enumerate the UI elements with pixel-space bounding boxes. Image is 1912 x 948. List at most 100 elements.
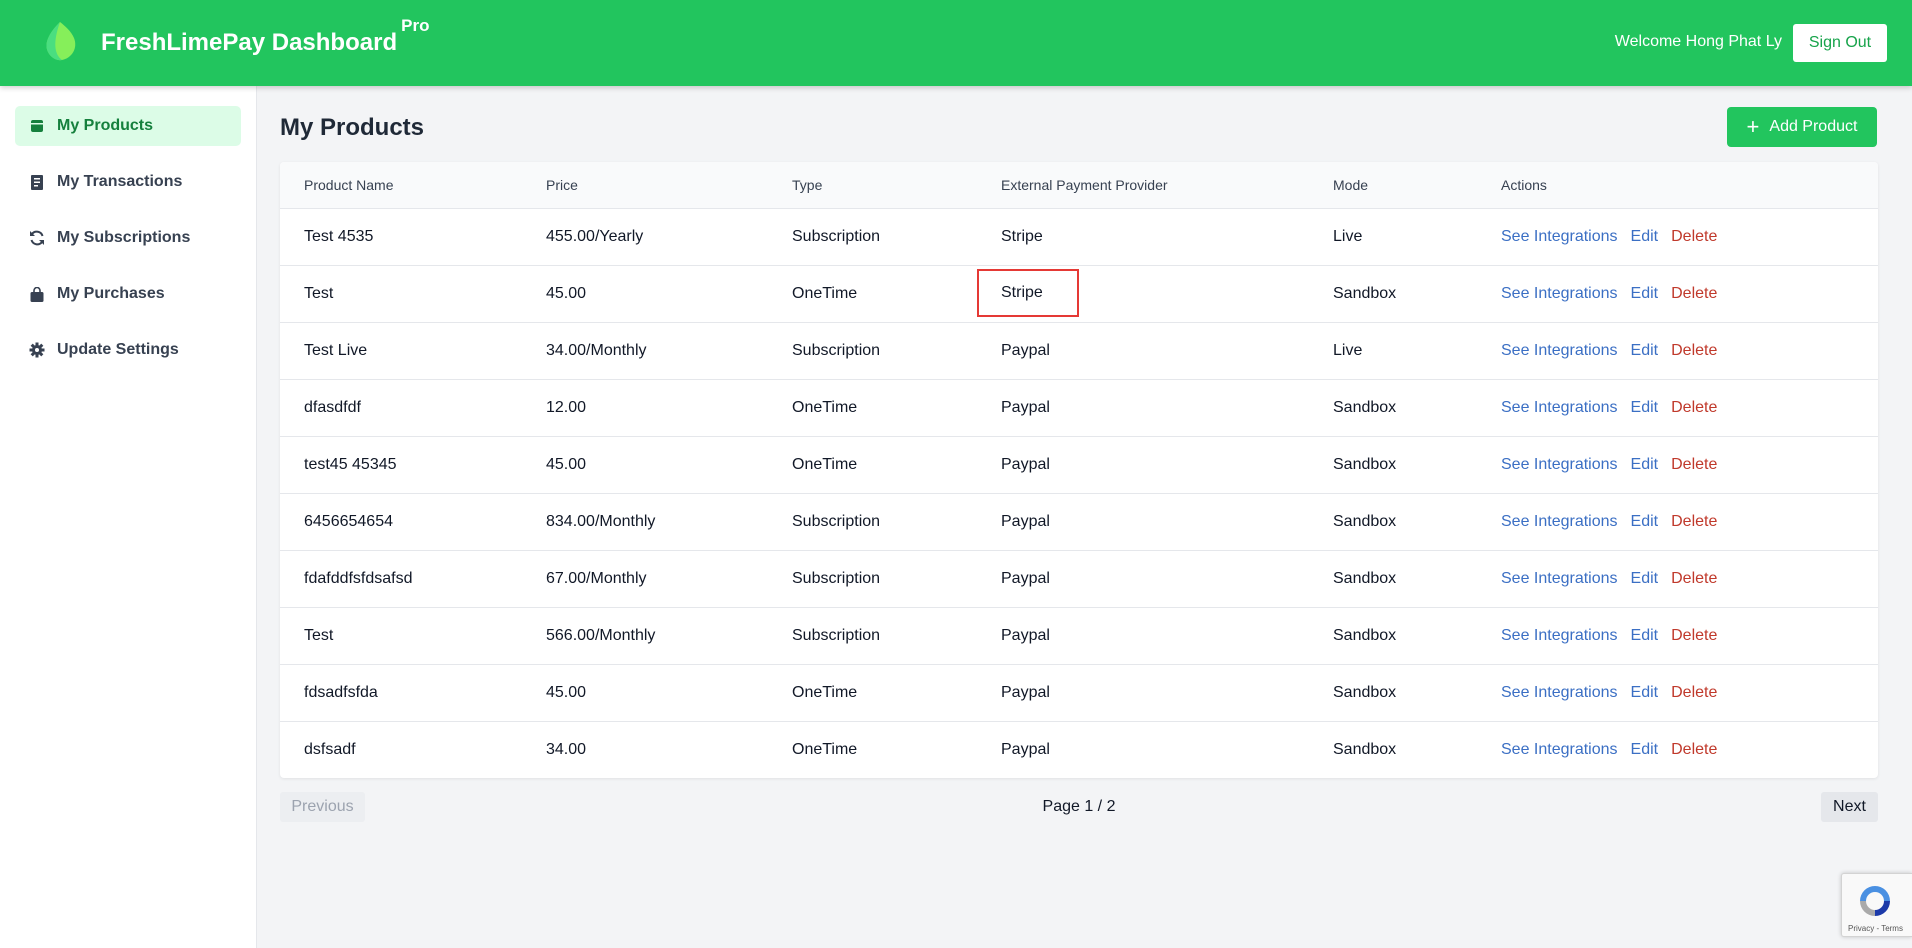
see-integrations-link[interactable]: See Integrations [1501,513,1618,530]
cell-product-name: Test [304,626,334,644]
cell-actions: See Integrations Edit Delete [1477,550,1878,607]
see-integrations-link[interactable]: See Integrations [1501,342,1618,359]
page-title: My Products [280,114,425,141]
cell-actions: See Integrations Edit Delete [1477,379,1878,436]
see-integrations-link[interactable]: See Integrations [1501,228,1618,245]
edit-link[interactable]: Edit [1631,741,1659,758]
cell-actions: See Integrations Edit Delete [1477,607,1878,664]
edit-link[interactable]: Edit [1631,627,1659,644]
cell-provider: Paypal [1001,569,1050,587]
shopping-bag-icon [29,286,45,302]
cell-mode: Live [1333,227,1363,245]
delete-link[interactable]: Delete [1671,627,1717,644]
see-integrations-link[interactable]: See Integrations [1501,627,1618,644]
table-body: Test 4535 455.00/Yearly Subscription Str… [280,208,1878,778]
sidebar-item-label: My Products [57,117,154,134]
sidebar-item-my-products[interactable]: My Products [15,106,241,146]
delete-link[interactable]: Delete [1671,228,1717,245]
column-header-product-name: Product Name [280,162,522,209]
recaptcha-badge[interactable]: Privacy - Terms [1841,873,1912,937]
highlight-box: Stripe [977,268,1079,317]
delete-link[interactable]: Delete [1671,741,1717,758]
cell-price: 45.00 [546,284,587,302]
cell-mode: Sandbox [1333,455,1397,473]
cell-provider: Paypal [1001,683,1050,701]
see-integrations-link[interactable]: See Integrations [1501,399,1618,416]
sidebar-item-label: My Purchases [57,285,165,302]
see-integrations-link[interactable]: See Integrations [1501,741,1618,758]
cell-actions: See Integrations Edit Delete [1477,493,1878,550]
edit-link[interactable]: Edit [1631,342,1659,359]
see-integrations-link[interactable]: See Integrations [1501,684,1618,701]
cell-type: Subscription [792,341,881,359]
cell-type: Subscription [792,227,881,245]
cell-type: OneTime [792,740,858,758]
sign-out-button[interactable]: Sign Out [1793,24,1887,62]
leaf-logo-icon [46,22,76,61]
delete-link[interactable]: Delete [1671,399,1717,416]
table-row: fdafddfsfdsafsd 67.00/Monthly Subscripti… [280,550,1878,607]
add-product-label: Add Product [1769,118,1858,135]
delete-link[interactable]: Delete [1671,285,1717,302]
delete-link[interactable]: Delete [1671,456,1717,473]
table-row: Test 4535 455.00/Yearly Subscription Str… [280,208,1878,265]
table-row: dfasdfdf 12.00 OneTime Paypal Sandbox Se… [280,379,1878,436]
delete-link[interactable]: Delete [1671,570,1717,587]
delete-link[interactable]: Delete [1671,684,1717,701]
delete-link[interactable]: Delete [1671,513,1717,530]
edit-link[interactable]: Edit [1631,570,1659,587]
gear-icon [29,342,45,358]
table-row: dsfsadf 34.00 OneTime Paypal Sandbox See… [280,721,1878,778]
edit-link[interactable]: Edit [1631,684,1659,701]
box-icon [29,118,45,134]
edit-link[interactable]: Edit [1631,285,1659,302]
cell-provider: Paypal [1001,455,1050,473]
cell-product-name: dfasdfdf [304,398,361,416]
cell-provider: Stripe [977,265,1309,322]
cell-provider: Paypal [1001,341,1050,359]
see-integrations-link[interactable]: See Integrations [1501,456,1618,473]
cell-type: OneTime [792,455,858,473]
cell-actions: See Integrations Edit Delete [1477,208,1878,265]
cell-price: 455.00/Yearly [546,227,644,245]
welcome-text: Welcome Hong Phat Ly [1614,33,1782,50]
cell-mode: Sandbox [1333,683,1397,701]
see-integrations-link[interactable]: See Integrations [1501,570,1618,587]
cell-mode: Sandbox [1333,512,1397,530]
cell-price: 34.00 [546,740,587,758]
cell-price: 45.00 [546,455,587,473]
table-row: Test Live 34.00/Monthly Subscription Pay… [280,322,1878,379]
table-row: Test 45.00 OneTime Stripe Sandbox See In… [280,265,1878,322]
recaptcha-icon [1860,886,1890,916]
cell-price: 67.00/Monthly [546,569,647,587]
refresh-icon [29,230,45,246]
column-header-type: Type [768,162,977,209]
cell-provider: Stripe [1001,227,1043,245]
cell-provider: Paypal [1001,626,1050,644]
receipt-icon [29,174,45,190]
edit-link[interactable]: Edit [1631,399,1659,416]
cell-product-name: fdafddfsfdsafsd [304,569,413,587]
delete-link[interactable]: Delete [1671,342,1717,359]
see-integrations-link[interactable]: See Integrations [1501,285,1618,302]
edit-link[interactable]: Edit [1631,228,1659,245]
cell-product-name: Test Live [304,341,368,359]
sidebar-item-my-subscriptions[interactable]: My Subscriptions [15,218,241,258]
cell-type: OneTime [792,683,858,701]
cell-actions: See Integrations Edit Delete [1477,265,1878,322]
edit-link[interactable]: Edit [1631,456,1659,473]
sidebar-item-update-settings[interactable]: Update Settings [15,330,241,370]
sidebar-item-my-purchases[interactable]: My Purchases [15,274,241,314]
cell-provider: Paypal [1001,398,1050,416]
plus-icon: + [1746,114,1760,139]
main-content: My Products + Add Product Product Name P… [257,86,1912,948]
next-button[interactable]: Next [1821,792,1878,822]
edit-link[interactable]: Edit [1631,513,1659,530]
recaptcha-links: Privacy - Terms [1848,924,1903,933]
sidebar-item-my-transactions[interactable]: My Transactions [15,162,241,202]
page-indicator: Page 1 / 2 [1042,798,1116,815]
cell-type: OneTime [792,398,858,416]
cell-mode: Sandbox [1333,284,1397,302]
add-product-button[interactable]: + Add Product [1727,107,1877,147]
cell-type: Subscription [792,512,881,530]
